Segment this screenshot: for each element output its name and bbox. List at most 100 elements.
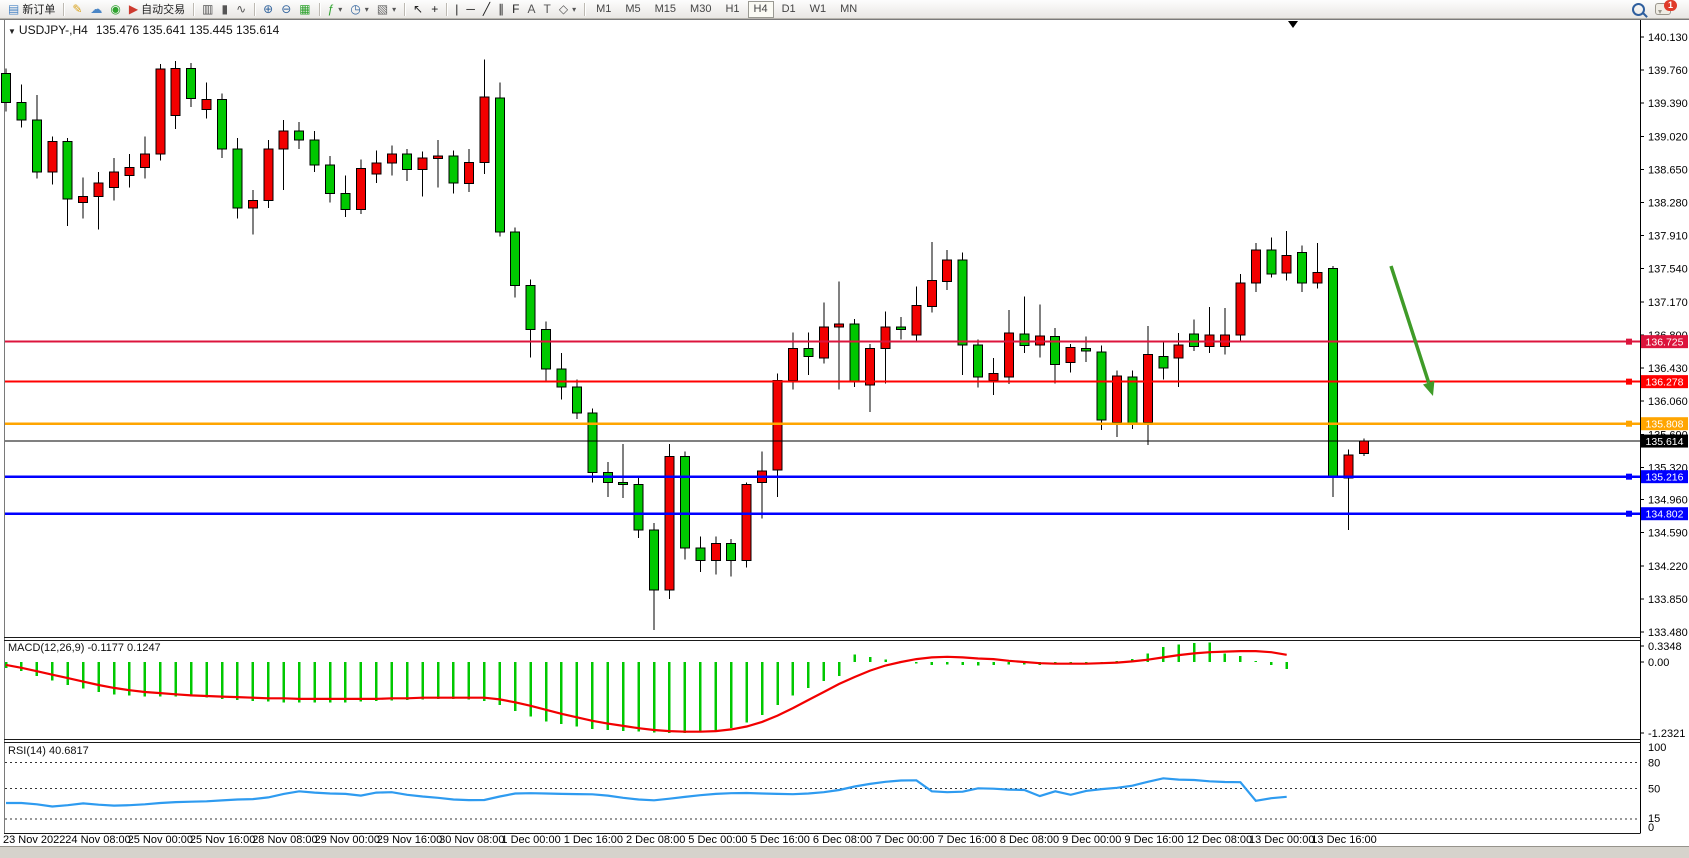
equidistant-channel-button[interactable]: ∥ [494,0,508,18]
rsi-axis-label: 0 [1648,822,1654,834]
time-tick-label: 29 Nov 00:00 [315,834,380,846]
bar-chart-button[interactable]: ▥ [198,0,217,18]
crayon-icon: ✎ [72,2,82,16]
timeframe-m15[interactable]: M15 [649,1,682,18]
timeframe-m1[interactable]: M1 [590,1,617,18]
price-tick-label: 136.060 [1648,396,1688,408]
arrows-tool-button[interactable]: ◇▾ [555,0,580,18]
timeframe-h1[interactable]: H1 [719,1,745,18]
crosshair-icon: + [431,2,438,16]
time-tick-label: 2 Dec 08:00 [626,834,685,846]
candle [1066,347,1075,362]
candle [140,154,149,167]
trendline-icon: ╱ [483,2,490,16]
templates-dropdown-icon[interactable]: ▾ [392,5,396,14]
candle [48,142,57,172]
autotrading-label: 自动交易 [141,1,185,17]
timeframe-m30[interactable]: M30 [684,1,717,18]
macd-signal-line [6,651,1287,732]
price-label-text: 135.808 [1646,419,1684,431]
text-button[interactable]: A [523,0,539,18]
mql-community-button[interactable]: ☁ [86,0,106,18]
collapse-triangle-icon[interactable]: ▼ [8,27,16,36]
candle [1128,377,1137,424]
trendline-button[interactable]: ╱ [479,0,494,18]
candle [310,140,319,165]
chart-canvas[interactable]: 140.130139.760139.390139.020138.650138.2… [0,0,1689,857]
arrows-tool-dropdown-icon[interactable]: ▾ [572,5,576,14]
macd-values: -0.1177 0.1247 [87,642,160,654]
time-tick-label: 30 Nov 08:00 [439,834,504,846]
candle [356,169,365,210]
line-chart-button[interactable]: ∿ [232,0,250,18]
fibonacci-icon: F [512,2,519,16]
text-label-button[interactable]: T [539,0,554,18]
cursor-button[interactable]: ↖ [409,0,427,18]
candle [588,413,597,473]
timeframe-w1[interactable]: W1 [804,1,833,18]
candle [1359,441,1368,453]
macd-pane: 0.33480.00-1.2321 [6,641,1685,740]
time-tick-label: 12 Dec 08:00 [1187,834,1252,846]
timeframe-h4[interactable]: H4 [748,1,774,18]
candlestick-chart-button[interactable]: ▮ [217,0,232,18]
mql-community-icon: ☁ [90,2,102,16]
candle [727,543,736,560]
candle [480,97,489,162]
indicators-dropdown-icon[interactable]: ▾ [338,5,342,14]
candlestick-chart-icon: ▮ [221,2,228,16]
tile-windows-button[interactable]: ▦ [295,0,314,18]
candle [1004,333,1013,377]
line-handle [1626,474,1632,480]
candle [202,100,211,110]
macd-label: MACD(12,26,9) -0.1177 0.1247 [8,642,161,654]
trend-arrow-head[interactable] [1423,381,1434,396]
templates-button[interactable]: ▧▾ [373,0,400,18]
candle [850,324,859,381]
rsi-label: RSI(14) 40.6817 [8,745,89,757]
toolbar-separator [319,3,320,16]
candle [1267,250,1276,274]
time-axis[interactable]: 23 Nov 202224 Nov 08:0025 Nov 00:0025 No… [3,834,1377,846]
candle [449,156,458,183]
candle [788,348,797,380]
toolbar-separator [446,3,447,16]
notifications-icon[interactable]: 1 [1655,3,1671,15]
trend-arrow[interactable] [1391,266,1429,383]
timeframe-d1[interactable]: D1 [776,1,802,18]
timeframe-buttons: M1M5M15M30H1H4D1W1MN [589,1,864,18]
new-order-icon: ▤ [8,2,19,16]
new-order-button[interactable]: ▤新订单 [4,0,59,18]
search-icon[interactable] [1632,3,1645,16]
candle [1174,345,1183,358]
zoom-out-button[interactable]: ⊖ [277,0,295,18]
horizontal-line-button[interactable]: ─ [462,0,479,18]
broadcast-button[interactable]: ◉ [106,0,124,18]
rsi-title: RSI(14) [8,745,46,757]
crayon-button[interactable]: ✎ [68,0,86,18]
chart-shift-marker-icon[interactable] [1288,21,1298,28]
periods-dropdown-icon[interactable]: ▾ [365,5,369,14]
time-tick-label: 7 Dec 16:00 [938,834,997,846]
candle [94,183,103,196]
time-tick-label: 29 Nov 16:00 [377,834,442,846]
candle [958,260,967,345]
candle [187,68,196,98]
timeframe-mn[interactable]: MN [834,1,863,18]
price-tick-label: 139.760 [1648,65,1688,77]
templates-icon: ▧ [377,2,388,16]
candle [32,120,41,172]
toolbar-buttons: ▤新订单✎☁◉▶自动交易▥▮∿⊕⊖▦ƒ▾◷▾▧▾↖+|─╱∥FAT◇▾ [4,0,589,18]
candle [1082,348,1091,351]
time-tick-label: 1 Dec 16:00 [564,834,623,846]
fibonacci-button[interactable]: F [508,0,523,18]
candle [1020,334,1029,346]
indicators-button[interactable]: ƒ▾ [324,0,347,18]
crosshair-button[interactable]: + [427,0,442,18]
autotrading-button[interactable]: ▶自动交易 [125,0,189,18]
zoom-in-button[interactable]: ⊕ [259,0,277,18]
vertical-line-button[interactable]: | [451,0,462,18]
time-tick-label: 9 Dec 00:00 [1062,834,1121,846]
timeframe-m5[interactable]: M5 [619,1,646,18]
periods-button[interactable]: ◷▾ [346,0,373,18]
